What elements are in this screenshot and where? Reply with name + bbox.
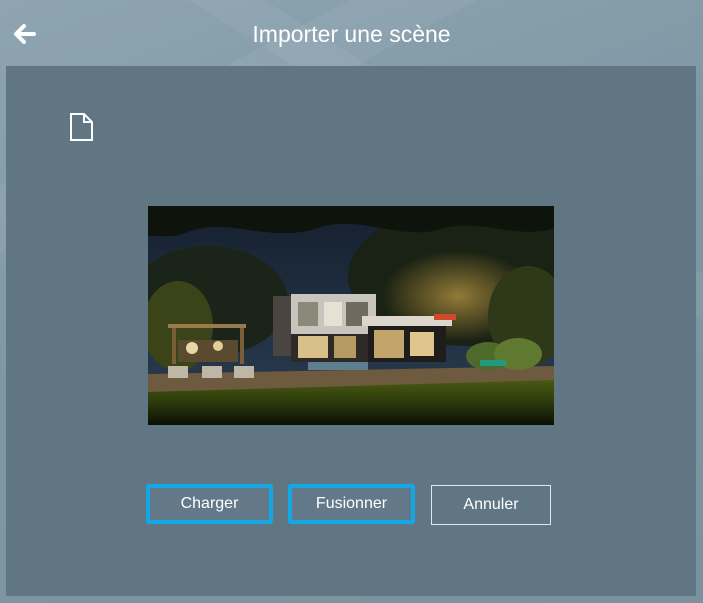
cancel-button[interactable]: Annuler [431,485,551,525]
scene-preview-image [148,206,554,425]
merge-button[interactable]: Fusionner [288,484,415,524]
import-scene-dialog: Importer une scène Charger Fusionner Ann… [0,0,703,603]
document-icon [68,112,96,142]
dialog-body: Charger Fusionner Annuler [6,66,696,596]
load-button[interactable]: Charger [146,484,273,524]
dialog-title: Importer une scène [252,21,451,47]
dialog-header: Importer une scène [0,0,703,66]
